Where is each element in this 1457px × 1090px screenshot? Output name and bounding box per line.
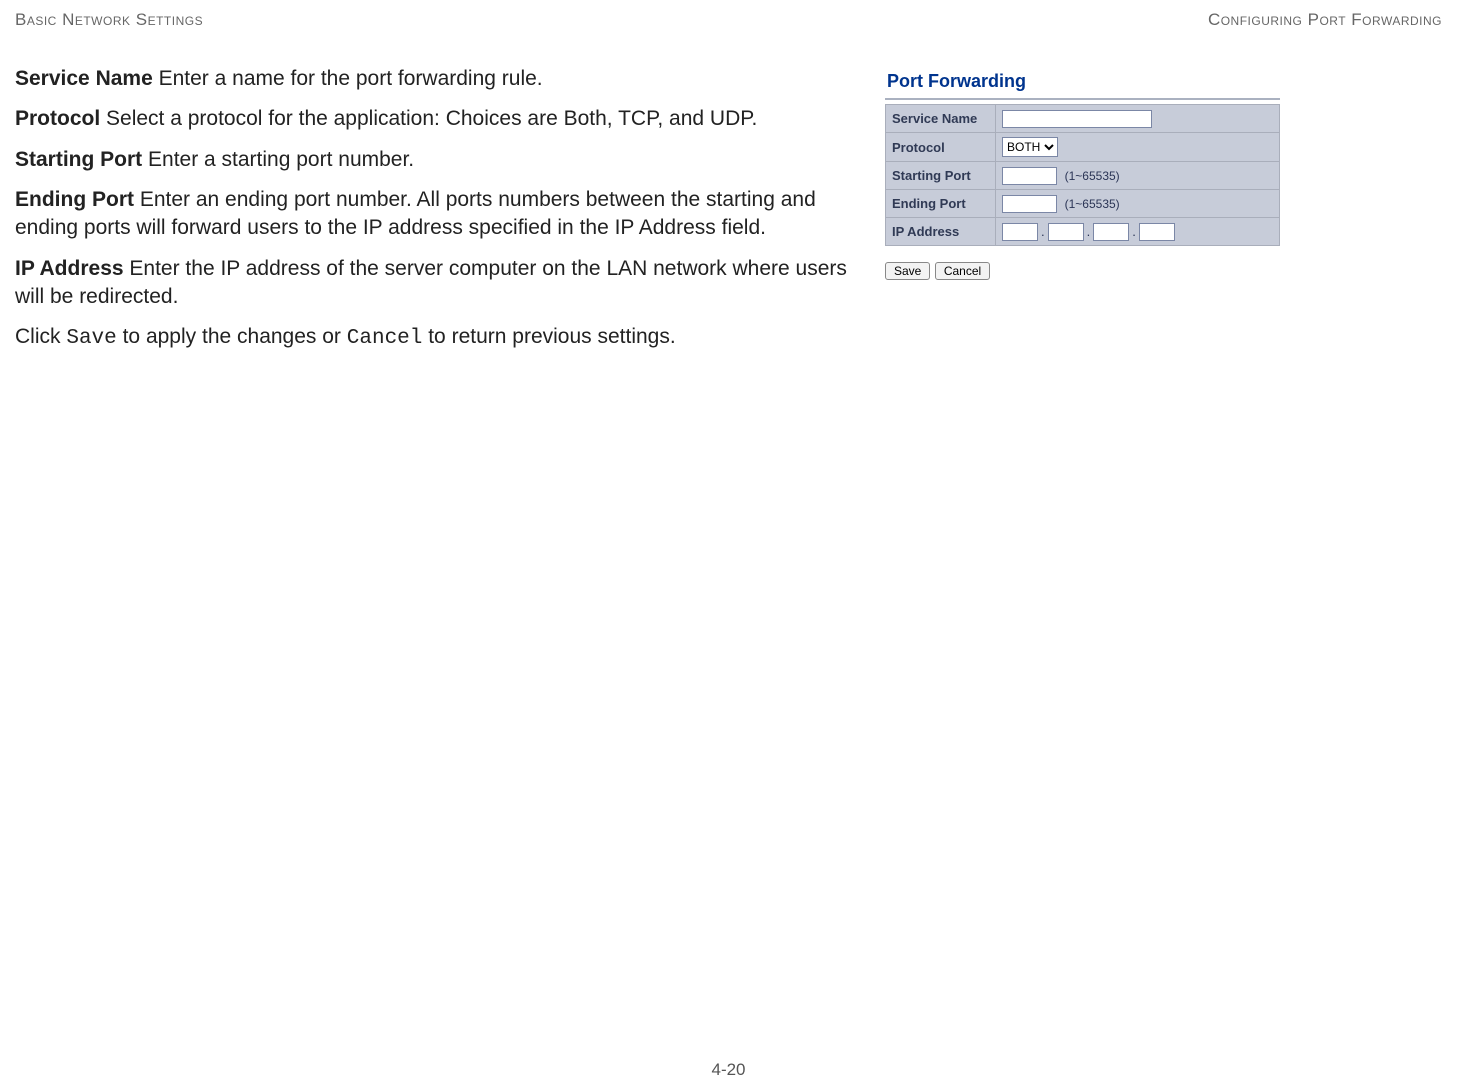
row-ending-port: Ending Port (1~65535) <box>886 190 1280 218</box>
port-forwarding-panel: Port Forwarding Service Name Protocol BO… <box>885 65 1280 280</box>
ip-octet-1-input[interactable] <box>1002 223 1038 241</box>
action-suffix: to return previous settings. <box>422 325 675 348</box>
para-ending-port: Ending Port Enter an ending port number.… <box>15 186 865 243</box>
header-left: Basic Network Settings <box>15 10 203 30</box>
page-header: Basic Network Settings Configuring Port … <box>15 10 1442 30</box>
label-starting-port: Starting Port <box>886 162 996 190</box>
protocol-select[interactable]: BOTH <box>1002 137 1058 157</box>
cell-ip-address: ... <box>996 218 1280 246</box>
cancel-button[interactable]: Cancel <box>935 262 990 280</box>
ip-sep-1: . <box>1041 224 1045 239</box>
term-ending-port: Ending Port <box>15 188 134 211</box>
para-starting-port: Starting Port Enter a starting port numb… <box>15 146 865 174</box>
action-mid: to apply the changes or <box>117 325 347 348</box>
desc-ip-address: Enter the IP address of the server compu… <box>15 257 847 308</box>
term-ip-address: IP Address <box>15 257 124 280</box>
para-protocol: Protocol Select a protocol for the appli… <box>15 105 865 133</box>
button-row: Save Cancel <box>885 262 1280 280</box>
ip-octet-3-input[interactable] <box>1093 223 1129 241</box>
label-protocol: Protocol <box>886 133 996 162</box>
cell-starting-port: (1~65535) <box>996 162 1280 190</box>
code-cancel: Cancel <box>347 327 423 350</box>
panel-title: Port Forwarding <box>885 65 1280 100</box>
action-prefix: Click <box>15 325 66 348</box>
ending-port-hint: (1~65535) <box>1065 197 1120 211</box>
term-service-name: Service Name <box>15 67 153 90</box>
cell-ending-port: (1~65535) <box>996 190 1280 218</box>
desc-service-name: Enter a name for the port forwarding rul… <box>153 67 543 90</box>
ip-octet-4-input[interactable] <box>1139 223 1175 241</box>
ending-port-input[interactable] <box>1002 195 1057 213</box>
row-protocol: Protocol BOTH <box>886 133 1280 162</box>
page-number: 4-20 <box>0 1060 1457 1080</box>
para-ip-address: IP Address Enter the IP address of the s… <box>15 255 865 312</box>
starting-port-input[interactable] <box>1002 167 1057 185</box>
label-ending-port: Ending Port <box>886 190 996 218</box>
row-starting-port: Starting Port (1~65535) <box>886 162 1280 190</box>
label-ip-address: IP Address <box>886 218 996 246</box>
settings-table: Service Name Protocol BOTH Starting Port… <box>885 104 1280 246</box>
ip-sep-2: . <box>1087 224 1091 239</box>
cell-service-name <box>996 105 1280 133</box>
desc-ending-port: Enter an ending port number. All ports n… <box>15 188 816 239</box>
code-save: Save <box>66 327 116 350</box>
desc-starting-port: Enter a starting port number. <box>142 148 414 171</box>
save-button[interactable]: Save <box>885 262 930 280</box>
term-starting-port: Starting Port <box>15 148 142 171</box>
term-protocol: Protocol <box>15 107 100 130</box>
starting-port-hint: (1~65535) <box>1065 169 1120 183</box>
desc-protocol: Select a protocol for the application: C… <box>100 107 757 130</box>
para-service-name: Service Name Enter a name for the port f… <box>15 65 865 93</box>
service-name-input[interactable] <box>1002 110 1152 128</box>
header-right: Configuring Port Forwarding <box>1208 10 1442 30</box>
ip-octet-2-input[interactable] <box>1048 223 1084 241</box>
ip-sep-3: . <box>1132 224 1136 239</box>
cell-protocol: BOTH <box>996 133 1280 162</box>
row-service-name: Service Name <box>886 105 1280 133</box>
row-ip-address: IP Address ... <box>886 218 1280 246</box>
documentation-text: Service Name Enter a name for the port f… <box>15 65 875 366</box>
label-service-name: Service Name <box>886 105 996 133</box>
para-action: Click Save to apply the changes or Cance… <box>15 323 865 353</box>
